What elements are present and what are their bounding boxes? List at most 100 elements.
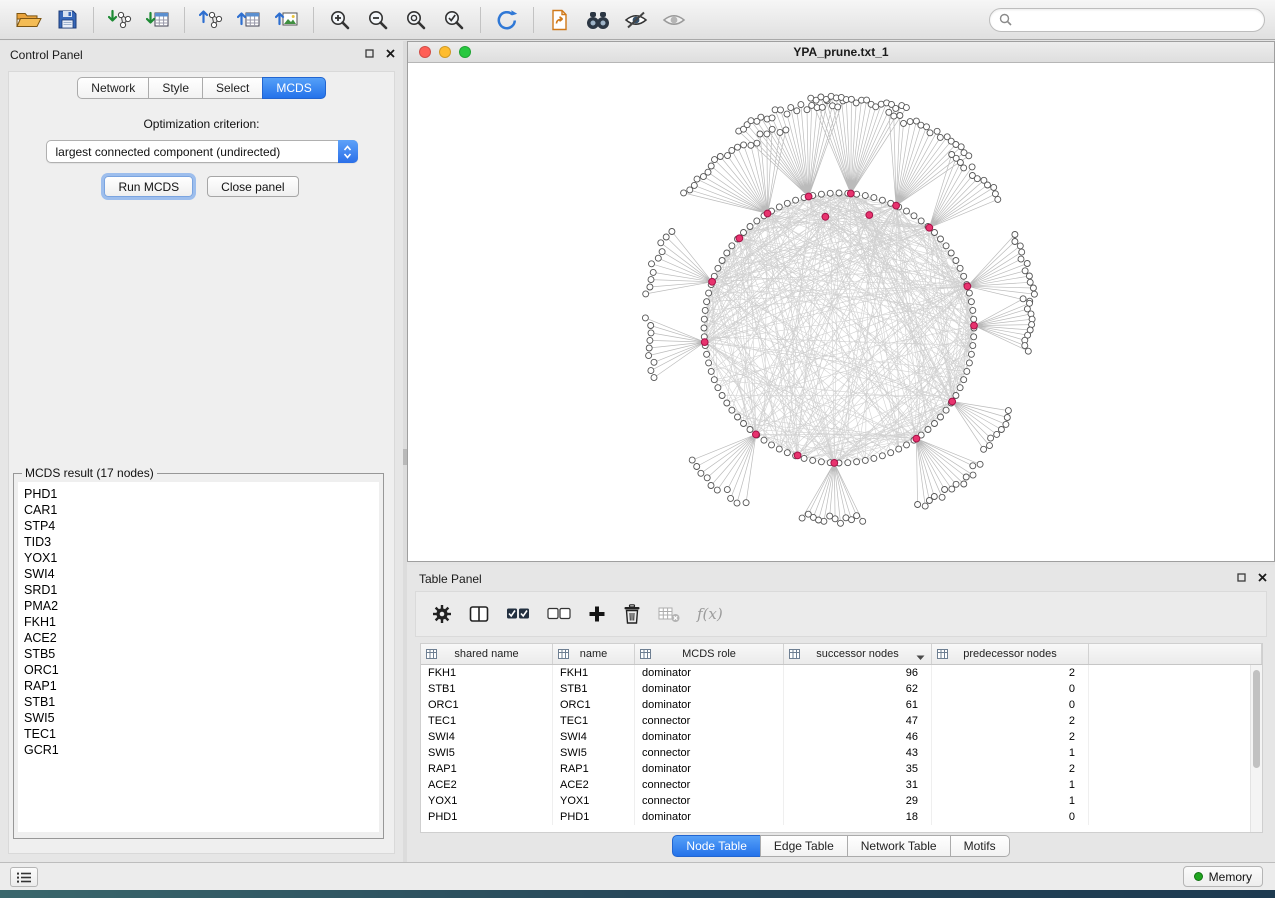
minimize-window-icon[interactable] <box>439 46 451 58</box>
export-image-icon <box>275 9 299 31</box>
tab-mcds[interactable]: MCDS <box>262 77 325 99</box>
result-node[interactable]: CAR1 <box>24 502 373 518</box>
result-node[interactable]: PMA2 <box>24 598 373 614</box>
float-panel-icon[interactable] <box>365 49 374 58</box>
column-label: name <box>580 648 608 660</box>
tab-motifs[interactable]: Motifs <box>950 835 1010 857</box>
tab-edge-table[interactable]: Edge Table <box>760 835 848 857</box>
save-session-button[interactable] <box>48 5 86 35</box>
network-canvas[interactable] <box>408 63 1274 561</box>
node-table-body[interactable]: FKH1FKH1dominator962STB1STB1dominator620… <box>421 665 1262 834</box>
scrollbar-thumb[interactable] <box>1253 670 1260 768</box>
result-node[interactable]: SWI4 <box>24 566 373 582</box>
zoom-in-button[interactable] <box>321 5 359 35</box>
show-columns-button[interactable] <box>469 601 489 627</box>
memory-button[interactable]: Memory <box>1183 866 1263 887</box>
result-node[interactable]: TEC1 <box>24 726 373 742</box>
table-row[interactable]: ORC1ORC1dominator610 <box>421 697 1262 713</box>
add-row-button[interactable] <box>588 601 606 627</box>
show-all-button[interactable] <box>655 5 693 35</box>
network-graph[interactable] <box>408 63 1274 561</box>
table-row[interactable]: PHD1PHD1dominator180 <box>421 809 1262 825</box>
select-all-button[interactable] <box>506 601 530 627</box>
result-node[interactable]: TID3 <box>24 534 373 550</box>
table-row[interactable]: STB1STB1dominator620 <box>421 681 1262 697</box>
table-cell: PHD1 <box>553 809 635 825</box>
tab-node-table[interactable]: Node Table <box>672 835 761 857</box>
result-node[interactable]: SWI5 <box>24 710 373 726</box>
hide-selected-button[interactable] <box>617 5 655 35</box>
deselect-all-button[interactable] <box>547 601 571 627</box>
result-node[interactable]: STB5 <box>24 646 373 662</box>
result-node[interactable]: GCR1 <box>24 742 373 758</box>
zoom-fit-button[interactable] <box>397 5 435 35</box>
zoom-selected-button[interactable] <box>435 5 473 35</box>
table-row[interactable]: ACE2ACE2connector311 <box>421 777 1262 793</box>
import-table-button[interactable] <box>139 5 177 35</box>
export-table-button[interactable] <box>230 5 268 35</box>
search-input[interactable] <box>1018 12 1255 28</box>
close-panel-icon[interactable] <box>386 49 395 58</box>
run-mcds-button[interactable]: Run MCDS <box>104 176 193 197</box>
table-row[interactable]: SWI5SWI5connector431 <box>421 745 1262 761</box>
result-node[interactable]: SRD1 <box>24 582 373 598</box>
criterion-dropdown[interactable]: largest connected component (undirected) <box>46 140 358 163</box>
result-node[interactable]: PHD1 <box>24 486 373 502</box>
delete-table-button[interactable] <box>658 601 680 627</box>
search-icon <box>999 13 1012 26</box>
result-node[interactable]: ORC1 <box>24 662 373 678</box>
column-header-mcds-role[interactable]: MCDS role <box>635 644 784 664</box>
tab-style[interactable]: Style <box>148 77 203 99</box>
result-node[interactable]: RAP1 <box>24 678 373 694</box>
export-image-button[interactable] <box>268 5 306 35</box>
function-builder-button[interactable]: f(x) <box>697 601 723 627</box>
column-header-filler <box>1089 644 1262 664</box>
maximize-window-icon[interactable] <box>459 46 471 58</box>
control-panel-body: Network Style Select MCDS Optimization c… <box>8 71 395 854</box>
result-node[interactable]: STP4 <box>24 518 373 534</box>
tab-network-table[interactable]: Network Table <box>847 835 951 857</box>
table-scrollbar[interactable] <box>1250 665 1262 832</box>
tab-network[interactable]: Network <box>77 77 149 99</box>
control-panel: Control Panel Network Style Select MCDS … <box>0 41 403 862</box>
delete-table-icon <box>658 605 680 623</box>
column-header-predecessor-nodes[interactable]: predecessor nodes <box>932 644 1089 664</box>
result-node[interactable]: YOX1 <box>24 550 373 566</box>
column-header-shared-name[interactable]: shared name <box>421 644 553 664</box>
hide-panel-button[interactable] <box>10 867 38 887</box>
sort-caret-icon[interactable] <box>916 652 925 664</box>
open-session-button[interactable] <box>10 5 48 35</box>
refresh-layout-button[interactable] <box>488 5 526 35</box>
table-row[interactable]: TEC1TEC1connector472 <box>421 713 1262 729</box>
floppy-icon <box>57 9 78 30</box>
tab-select[interactable]: Select <box>202 77 263 99</box>
close-panel-button[interactable]: Close panel <box>207 176 298 197</box>
result-node[interactable]: FKH1 <box>24 614 373 630</box>
delete-row-button[interactable] <box>623 601 641 627</box>
result-node[interactable]: ACE2 <box>24 630 373 646</box>
table-cell: 1 <box>932 745 1089 761</box>
float-panel-icon[interactable] <box>1237 573 1246 582</box>
table-row[interactable]: FKH1FKH1dominator962 <box>421 665 1262 681</box>
close-window-icon[interactable] <box>419 46 431 58</box>
table-cell: connector <box>635 777 784 793</box>
column-label: shared name <box>454 648 518 660</box>
share-document-button[interactable] <box>541 5 579 35</box>
criterion-dropdown-value: largest connected component (undirected) <box>56 145 281 159</box>
table-row[interactable]: YOX1YOX1connector291 <box>421 793 1262 809</box>
column-header-name[interactable]: name <box>553 644 635 664</box>
table-row[interactable]: RAP1RAP1dominator352 <box>421 761 1262 777</box>
column-header-successor-nodes[interactable]: successor nodes <box>784 644 932 664</box>
close-panel-icon[interactable] <box>1258 573 1267 582</box>
search-box[interactable] <box>989 8 1265 32</box>
table-row[interactable]: SWI4SWI4dominator462 <box>421 729 1262 745</box>
table-settings-button[interactable] <box>432 601 452 627</box>
mcds-result-list[interactable]: PHD1CAR1STP4TID3YOX1SWI4SRD1PMA2FKH1ACE2… <box>18 482 379 832</box>
result-node[interactable]: STB1 <box>24 694 373 710</box>
zoom-out-button[interactable] <box>359 5 397 35</box>
export-network-button[interactable] <box>192 5 230 35</box>
table-cell: dominator <box>635 729 784 745</box>
network-window-titlebar[interactable]: YPA_prune.txt_1 <box>408 42 1274 63</box>
find-button[interactable] <box>579 5 617 35</box>
import-network-button[interactable] <box>101 5 139 35</box>
